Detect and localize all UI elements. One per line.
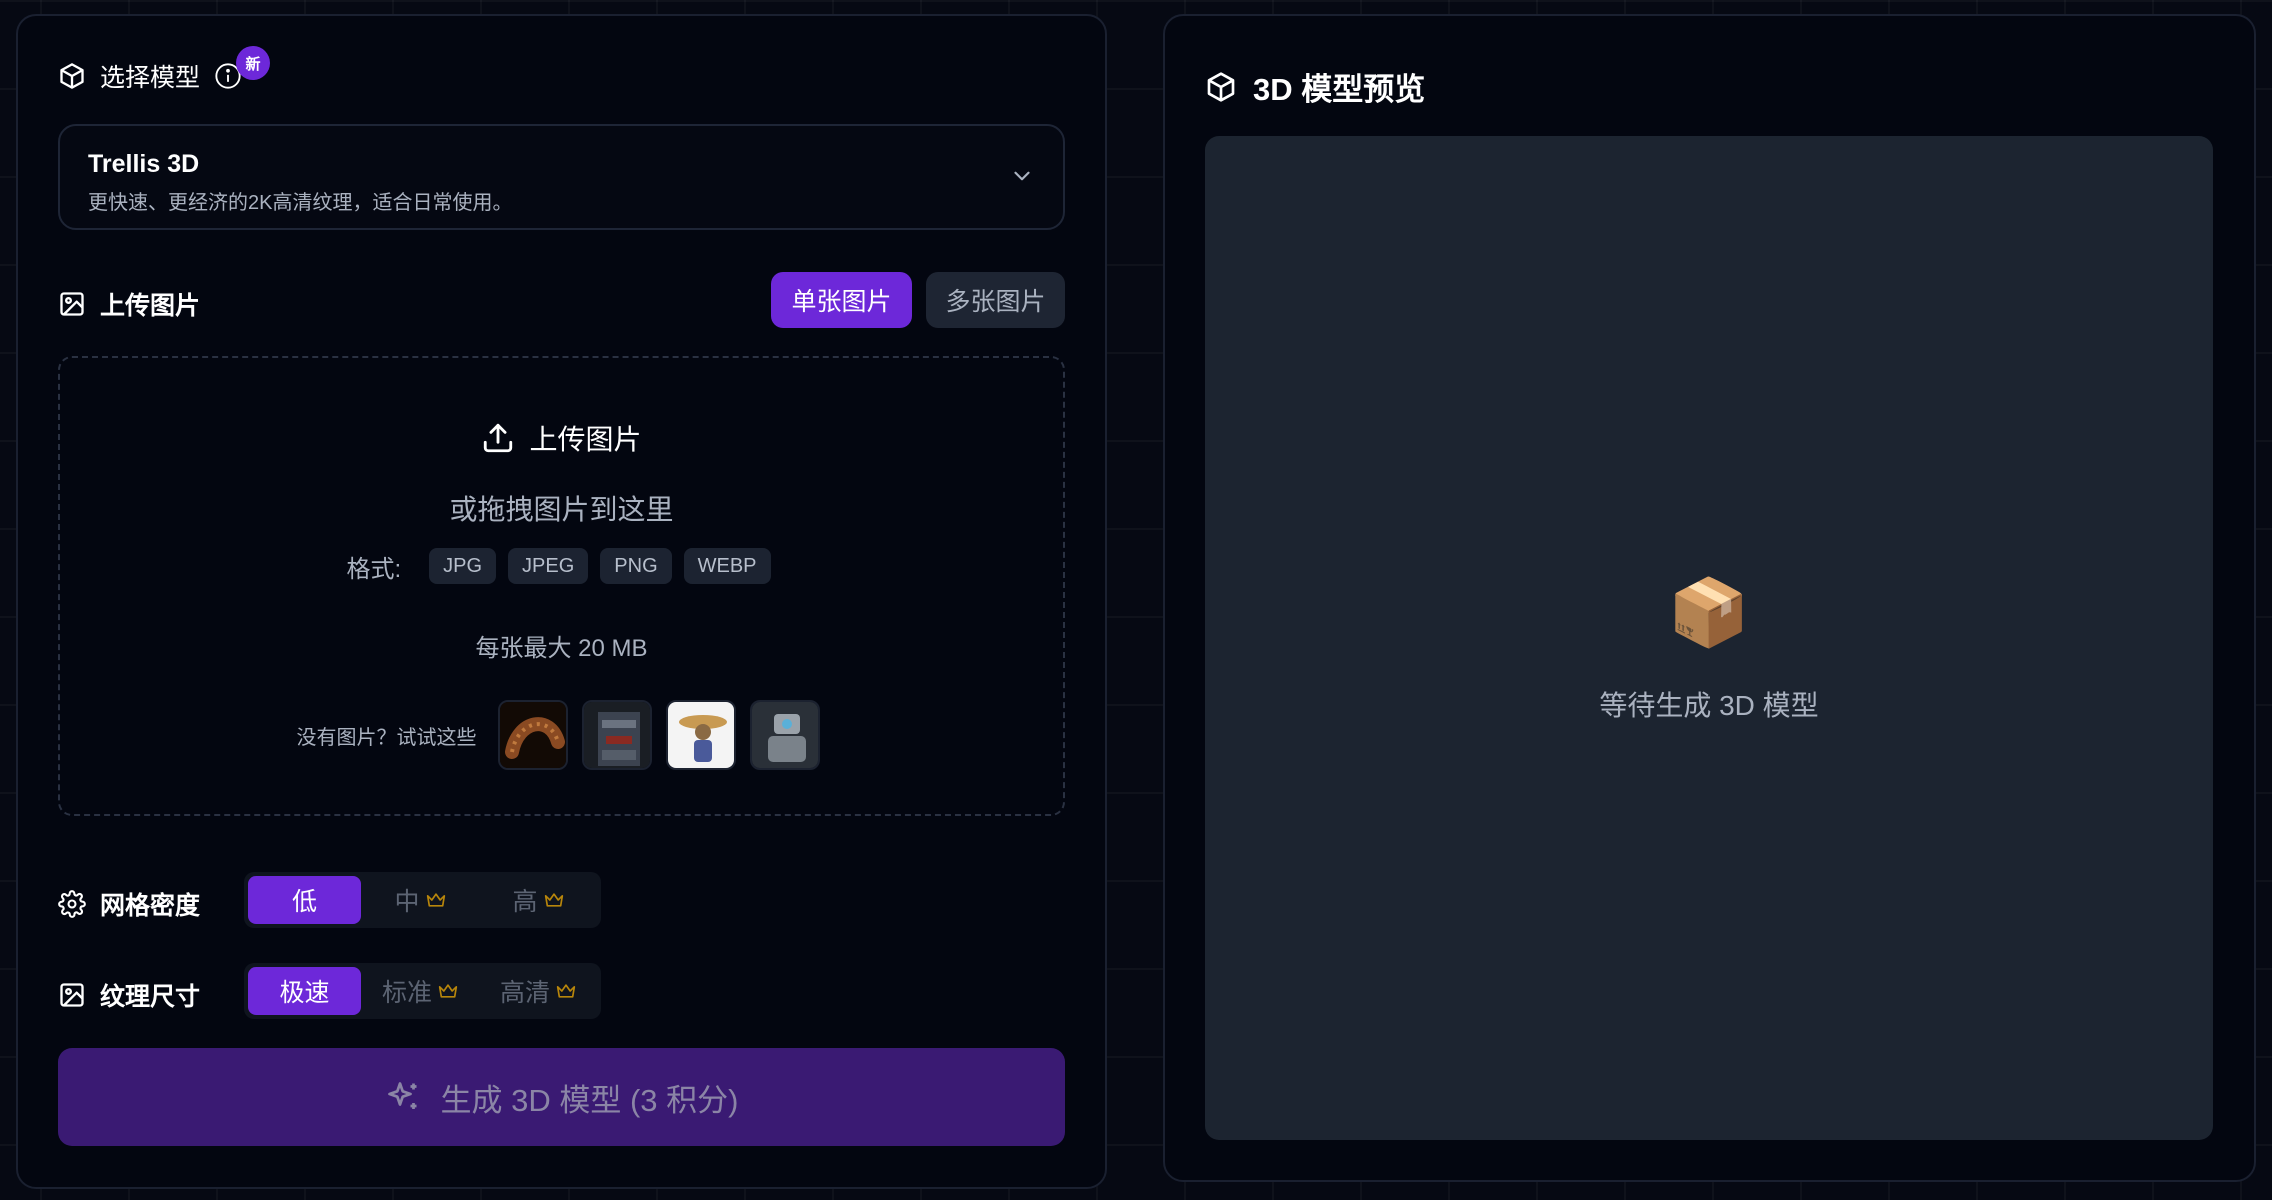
mesh-density-header: 网格密度 xyxy=(58,886,200,922)
sparkles-icon xyxy=(385,1079,421,1115)
option-label: 极速 xyxy=(279,979,330,1007)
mesh-density-title: 网格密度 xyxy=(100,892,201,920)
image-icon xyxy=(58,290,86,318)
preview-header: 3D 模型预览 xyxy=(1205,64,1425,109)
upload-icon xyxy=(481,421,515,455)
sample-image-worm[interactable] xyxy=(497,700,568,770)
samples-row: 没有图片？试试这些 xyxy=(60,700,1063,770)
chevron-down-icon xyxy=(1009,163,1035,189)
crown-icon xyxy=(426,891,446,909)
upload-dropzone[interactable]: 上传图片 或拖拽图片到这里 格式: JPG JPEG PNG WEBP 每张最大… xyxy=(58,356,1065,816)
generate-label: 生成 3D 模型 (3 积分) xyxy=(440,1082,739,1118)
mesh-density-options: 低 中 高 xyxy=(244,872,601,928)
model-section-title: 选择模型 xyxy=(100,64,201,92)
image-icon xyxy=(58,981,86,1009)
sample-image-robot[interactable] xyxy=(749,700,820,770)
new-badge: 新 xyxy=(236,46,270,80)
option-label: 高清 xyxy=(499,979,550,1007)
generate-button[interactable]: 生成 3D 模型 (3 积分) xyxy=(58,1048,1065,1146)
format-tag: PNG xyxy=(600,548,672,584)
format-tag: JPG xyxy=(429,548,497,584)
crown-icon xyxy=(556,982,576,1000)
upload-label: 上传图片 xyxy=(529,424,642,455)
package-icon: 📦 xyxy=(1667,575,1751,649)
crown-icon xyxy=(544,891,564,909)
texture-size-options: 极速 标准 高清 xyxy=(244,963,601,1019)
generation-panel: 选择模型 新 Trellis 3D 更快速、更经济的2K高清纹理，适合日常使用。… xyxy=(16,14,1107,1189)
model-preview-area[interactable]: 📦 等待生成 3D 模型 xyxy=(1205,136,2213,1140)
empty-state-text: 等待生成 3D 模型 xyxy=(1599,690,1819,721)
texture-size-standard[interactable]: 标准 xyxy=(361,967,479,1015)
mesh-density-medium[interactable]: 中 xyxy=(361,876,479,924)
texture-size-hd[interactable]: 高清 xyxy=(479,967,597,1015)
gear-icon xyxy=(58,890,86,918)
model-section-header: 选择模型 xyxy=(58,58,242,94)
sample-image-character[interactable] xyxy=(665,700,736,770)
cube-icon xyxy=(1205,71,1237,103)
mesh-density-high[interactable]: 高 xyxy=(479,876,597,924)
mesh-density-low[interactable]: 低 xyxy=(248,876,361,924)
option-label: 高 xyxy=(512,888,538,916)
option-label: 低 xyxy=(291,888,317,916)
sample-image-tower[interactable] xyxy=(581,700,652,770)
multi-image-button[interactable]: 多张图片 xyxy=(926,272,1065,328)
upload-trigger[interactable]: 上传图片 xyxy=(60,418,1063,458)
single-image-button[interactable]: 单张图片 xyxy=(771,272,912,328)
option-label: 中 xyxy=(394,888,420,916)
crown-icon xyxy=(438,982,458,1000)
size-limit: 每张最大 20 MB xyxy=(475,635,648,662)
upload-section-header: 上传图片 xyxy=(58,286,200,322)
model-dropdown[interactable]: Trellis 3D 更快速、更经济的2K高清纹理，适合日常使用。 xyxy=(58,124,1065,230)
texture-size-fast[interactable]: 极速 xyxy=(248,967,361,1015)
model-name: Trellis 3D xyxy=(88,150,200,178)
drag-hint: 或拖拽图片到这里 xyxy=(449,494,674,525)
preview-panel: 3D 模型预览 📦 等待生成 3D 模型 xyxy=(1163,14,2256,1182)
texture-size-title: 纹理尺寸 xyxy=(100,983,201,1011)
option-label: 标准 xyxy=(381,979,432,1007)
format-tag: JPEG xyxy=(508,548,589,584)
samples-hint: 没有图片？试试这些 xyxy=(296,726,477,749)
texture-size-header: 纹理尺寸 xyxy=(58,977,200,1013)
format-tag: WEBP xyxy=(683,548,771,584)
format-label: 格式: xyxy=(346,555,402,583)
cube-icon xyxy=(58,62,86,90)
model-description: 更快速、更经济的2K高清纹理，适合日常使用。 xyxy=(88,192,513,214)
preview-title: 3D 模型预览 xyxy=(1253,72,1426,107)
upload-section-title: 上传图片 xyxy=(100,292,201,320)
format-row: 格式: JPG JPEG PNG WEBP xyxy=(60,548,1063,584)
